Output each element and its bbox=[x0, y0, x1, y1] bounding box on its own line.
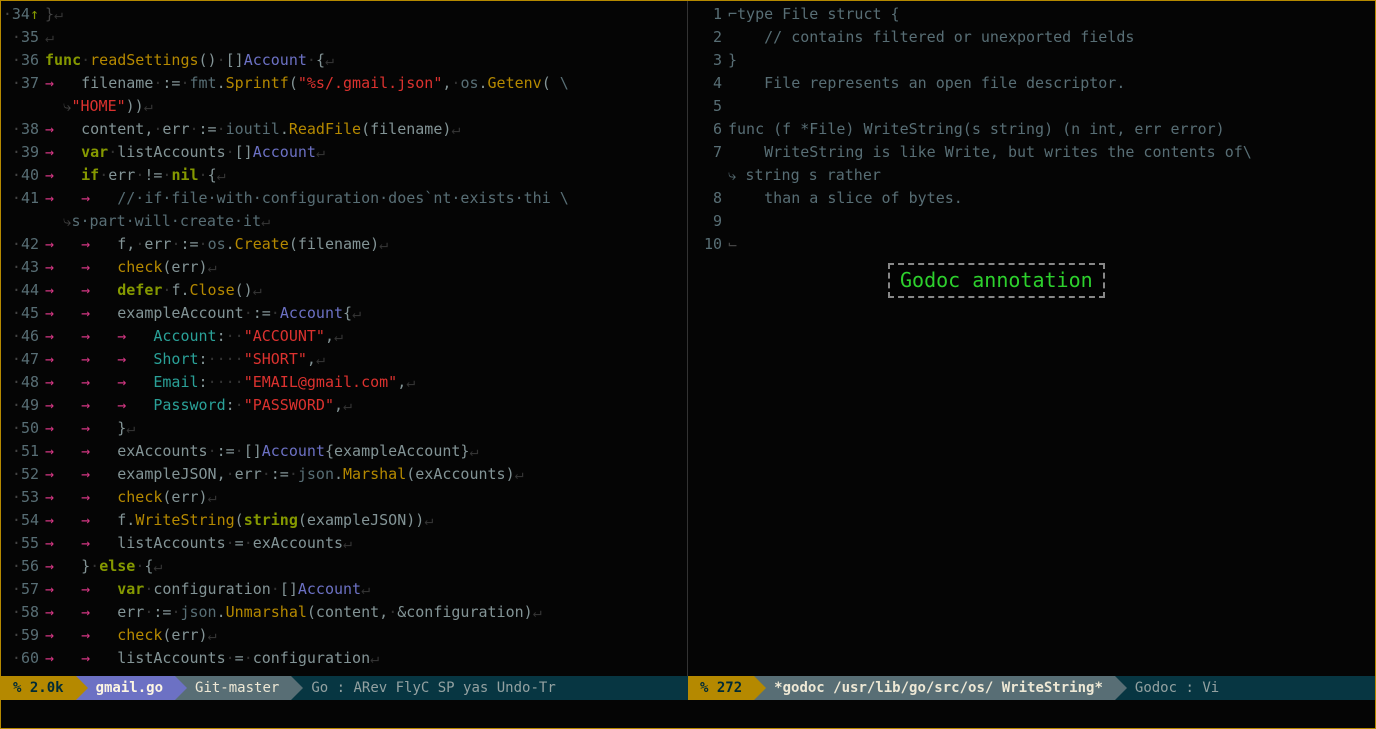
doc-line[interactable]: 2 // contains filtered or unexported fie… bbox=[688, 26, 1375, 49]
code-line[interactable]: ·36func·readSettings()·[]Account·{↵ bbox=[1, 49, 687, 72]
doc-line[interactable]: 5 bbox=[688, 95, 1375, 118]
code-line[interactable]: ·54→ → f.WriteString(string(exampleJSON)… bbox=[1, 509, 687, 532]
doc-line[interactable]: 10⌙ bbox=[688, 233, 1375, 256]
status-modes-right: Godoc : Vi bbox=[1115, 676, 1231, 700]
code-line[interactable]: ·37→ filename·:=·fmt.Sprintf("%s/.gmail.… bbox=[1, 72, 687, 95]
doc-line[interactable]: 3} bbox=[688, 49, 1375, 72]
status-buffer-right: *godoc /usr/lib/go/src/os/ WriteString* bbox=[754, 676, 1115, 700]
code-line[interactable]: ·57→ → var·configuration·[]Account↵ bbox=[1, 578, 687, 601]
code-line[interactable]: ·46→ → → Account:··"ACCOUNT",↵ bbox=[1, 325, 687, 348]
status-left: % 2.0k gmail.go Git-master Go : ARev Fly… bbox=[1, 676, 688, 700]
code-line[interactable]: ·58→ → err·:=·json.Unmarshal(content,·&c… bbox=[1, 601, 687, 624]
status-vc: Git-master bbox=[175, 676, 291, 700]
editor-split: ·34↑}↵·35↵·36func·readSettings()·[]Accou… bbox=[1, 1, 1375, 676]
code-line[interactable]: ·52→ → exampleJSON,·err·:=·json.Marshal(… bbox=[1, 463, 687, 486]
code-line[interactable]: ·35↵ bbox=[1, 26, 687, 49]
code-line[interactable]: ·60→ → listAccounts·=·configuration↵ bbox=[1, 647, 687, 670]
code-line[interactable]: ·34↑}↵ bbox=[1, 3, 687, 26]
code-line[interactable]: ·40→ if·err·!=·nil·{↵ bbox=[1, 164, 687, 187]
code-line[interactable]: ·42→ → f,·err·:=·os.Create(filename)↵ bbox=[1, 233, 687, 256]
doc-line[interactable]: 8 than a slice of bytes. bbox=[688, 187, 1375, 210]
doc-line[interactable]: 9 bbox=[688, 210, 1375, 233]
doc-line[interactable]: 4 File represents an open file descripto… bbox=[688, 72, 1375, 95]
code-line[interactable]: ·39→ var·listAccounts·[]Account↵ bbox=[1, 141, 687, 164]
code-line[interactable]: ·43→ → check(err)↵ bbox=[1, 256, 687, 279]
code-line[interactable]: ·48→ → → Email:····"EMAIL@gmail.com",↵ bbox=[1, 371, 687, 394]
code-line[interactable]: ·49→ → → Password:·"PASSWORD",↵ bbox=[1, 394, 687, 417]
right-godoc-pane[interactable]: 1⌐type File struct {2 // contains filter… bbox=[688, 1, 1375, 676]
left-code-pane[interactable]: ·34↑}↵·35↵·36func·readSettings()·[]Accou… bbox=[1, 1, 688, 676]
code-line[interactable]: ·56→ }·else·{↵ bbox=[1, 555, 687, 578]
code-line[interactable]: ⤷"HOME"))↵ bbox=[1, 95, 687, 118]
code-line[interactable]: ·53→ → check(err)↵ bbox=[1, 486, 687, 509]
godoc-annotation-label: Godoc annotation bbox=[888, 263, 1105, 298]
doc-line[interactable]: 1⌐type File struct { bbox=[688, 3, 1375, 26]
doc-line[interactable]: 7 WriteString is like Write, but writes … bbox=[688, 141, 1375, 164]
code-line[interactable]: ·55→ → listAccounts·=·exAccounts↵ bbox=[1, 532, 687, 555]
code-line[interactable]: ·45→ → exampleAccount·:=·Account{↵ bbox=[1, 302, 687, 325]
status-bar: % 2.0k gmail.go Git-master Go : ARev Fly… bbox=[1, 676, 1375, 700]
doc-line[interactable]: 6func (f *File) WriteString(s string) (n… bbox=[688, 118, 1375, 141]
status-filename: gmail.go bbox=[76, 676, 175, 700]
code-line[interactable]: ·50→ → }↵ bbox=[1, 417, 687, 440]
doc-line[interactable]: ⤷ string s rather bbox=[688, 164, 1375, 187]
status-position-right: % 272 bbox=[688, 676, 754, 700]
status-position: % 2.0k bbox=[1, 676, 76, 700]
code-line[interactable]: ⤷s·part·will·create·it↵ bbox=[1, 210, 687, 233]
code-line[interactable]: ·38→ content,·err·:=·ioutil.ReadFile(fil… bbox=[1, 118, 687, 141]
code-line[interactable]: ·41→ → //·if·file·with·configuration·doe… bbox=[1, 187, 687, 210]
code-line[interactable]: ·44→ → defer·f.Close()↵ bbox=[1, 279, 687, 302]
status-right: % 272 *godoc /usr/lib/go/src/os/ WriteSt… bbox=[688, 676, 1375, 700]
status-modes: Go : ARev FlyC SP yas Undo-Tr bbox=[291, 676, 567, 700]
code-line[interactable]: ·59→ → check(err)↵ bbox=[1, 624, 687, 647]
code-line[interactable]: ·47→ → → Short:····"SHORT",↵ bbox=[1, 348, 687, 371]
code-line[interactable]: ·51→ → exAccounts·:=·[]Account{exampleAc… bbox=[1, 440, 687, 463]
